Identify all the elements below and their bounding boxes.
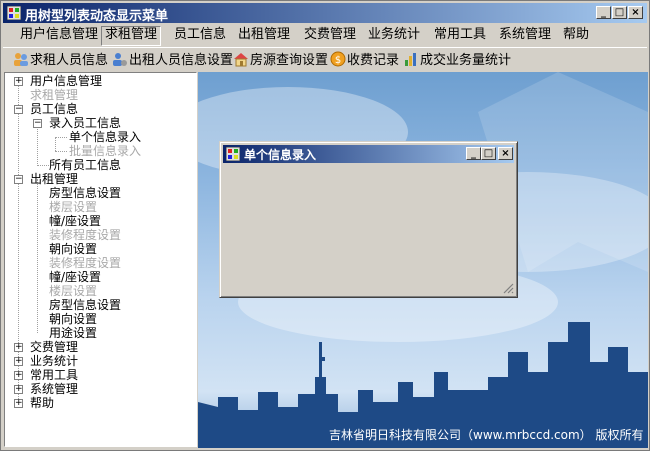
app-icon [7, 6, 21, 20]
tree-node[interactable]: 常用工具 [30, 368, 78, 382]
tree-line [55, 137, 67, 138]
coin-icon: $ [330, 51, 346, 67]
tb-label: 成交业务量统计 [420, 53, 512, 68]
tb-fee-records[interactable]: $ 收费记录 [330, 51, 399, 69]
tree-node[interactable]: 房型信息设置 [49, 186, 121, 200]
minimize-button[interactable]: _ [596, 6, 611, 19]
tb-label: 出租人员信息设置 [129, 53, 234, 68]
tree-node[interactable]: 业务统计 [30, 354, 78, 368]
resize-grip-icon[interactable] [502, 282, 514, 294]
tree-line [37, 165, 49, 166]
menu-tools[interactable]: 常用工具 [431, 26, 489, 44]
expand-icon[interactable]: + [14, 77, 23, 86]
menu-rent-seek[interactable]: 求租管理 [101, 26, 162, 46]
tree-node[interactable]: 朝向设置 [49, 312, 97, 326]
tree-node[interactable]: 用途设置 [49, 326, 97, 340]
expand-icon[interactable]: + [14, 371, 23, 380]
menu-help[interactable]: 帮助 [560, 26, 592, 44]
tb-label: 收费记录 [347, 53, 400, 68]
app-icon [226, 147, 240, 161]
expand-icon[interactable]: + [14, 343, 23, 352]
child-window-title: 单个信息录入 [244, 148, 317, 162]
child-close-button[interactable]: × [498, 147, 513, 160]
svg-text:$: $ [335, 55, 341, 66]
tb-deal-stats[interactable]: 成交业务量统计 [403, 51, 511, 69]
child-maximize-button[interactable]: □ [481, 147, 496, 160]
tree-node[interactable]: 幢/座设置 [49, 214, 101, 228]
child-minimize-button[interactable]: _ [466, 147, 481, 160]
tree-node[interactable]: 批量信息录入 [69, 144, 141, 158]
tree-node[interactable]: 楼层设置 [49, 200, 97, 214]
menu-employee[interactable]: 员工信息 [171, 26, 229, 44]
tree-node[interactable]: 房型信息设置 [49, 298, 121, 312]
tree-line [18, 81, 19, 403]
tree-line [37, 122, 38, 164]
menu-fees[interactable]: 交费管理 [301, 26, 359, 44]
tb-lessors[interactable]: 出租人员信息设置 [112, 51, 233, 69]
tree-node[interactable]: 帮助 [30, 396, 54, 410]
close-button[interactable]: × [628, 6, 643, 19]
collapse-icon[interactable]: − [14, 175, 23, 184]
tree-node[interactable]: 装修程度设置 [49, 228, 121, 242]
menu-system[interactable]: 系统管理 [496, 26, 554, 44]
window-title: 用树型列表动态显示菜单 [25, 9, 169, 24]
maximize-button[interactable]: □ [612, 6, 627, 19]
tree-line [55, 137, 56, 151]
tb-housing-query[interactable]: 房源查询设置 [233, 51, 328, 69]
tb-label: 房源查询设置 [250, 53, 329, 68]
collapse-icon[interactable]: − [33, 119, 42, 128]
toolbar: 求租人员信息 出租人员信息设置 房源查询设置 $ 收费记录 成交业务量统计 [3, 47, 647, 72]
child-window[interactable]: 单个信息录入 _ □ × [219, 141, 518, 298]
tree-node[interactable]: 出租管理 [30, 172, 78, 186]
tree-node[interactable]: 幢/座设置 [49, 270, 101, 284]
tree-line [55, 151, 67, 152]
tb-label: 求租人员信息 [30, 53, 109, 68]
tree-node[interactable]: 录入员工信息 [49, 116, 121, 130]
menu-stats[interactable]: 业务统计 [365, 26, 423, 44]
expand-icon[interactable]: + [14, 385, 23, 394]
tree-node[interactable]: 朝向设置 [49, 242, 97, 256]
tree-node[interactable]: 楼层设置 [49, 284, 97, 298]
menu-lease[interactable]: 出租管理 [235, 26, 293, 44]
tree-node[interactable]: 单个信息录入 [69, 130, 141, 144]
house-icon [234, 53, 248, 67]
menu-bar: 用户信息管理 求租管理 员工信息 出租管理 交费管理 业务统计 常用工具 系统管… [3, 24, 647, 46]
chart-icon [405, 53, 416, 66]
user-settings-icon [113, 53, 127, 66]
expand-icon[interactable]: + [14, 399, 23, 408]
users-icon [14, 53, 28, 66]
menu-tree[interactable]: + 用户信息管理 求租管理 − 员工信息 − 录入员工信息 单个信息录入 批量信… [4, 72, 197, 447]
menu-user-info[interactable]: 用户信息管理 [17, 26, 101, 44]
tree-line [37, 179, 38, 333]
tree-node[interactable]: 交费管理 [30, 340, 78, 354]
tree-node[interactable]: 装修程度设置 [49, 256, 121, 270]
collapse-icon[interactable]: − [14, 105, 23, 114]
tree-node[interactable]: 员工信息 [30, 102, 78, 116]
expand-icon[interactable]: + [14, 357, 23, 366]
tree-node[interactable]: 求租管理 [30, 88, 78, 102]
tree-node[interactable]: 系统管理 [30, 382, 78, 396]
tree-node[interactable]: 用户信息管理 [30, 74, 102, 88]
tree-node[interactable]: 所有员工信息 [49, 158, 121, 172]
child-title-bar[interactable]: 单个信息录入 _ □ × [223, 145, 514, 163]
title-bar[interactable]: 用树型列表动态显示菜单 _ □ × [3, 3, 647, 24]
copyright-footer: 吉林省明日科技有限公司（www.mrbccd.com） 版权所有 [329, 428, 644, 442]
tb-rent-seekers[interactable]: 求租人员信息 [13, 51, 108, 69]
